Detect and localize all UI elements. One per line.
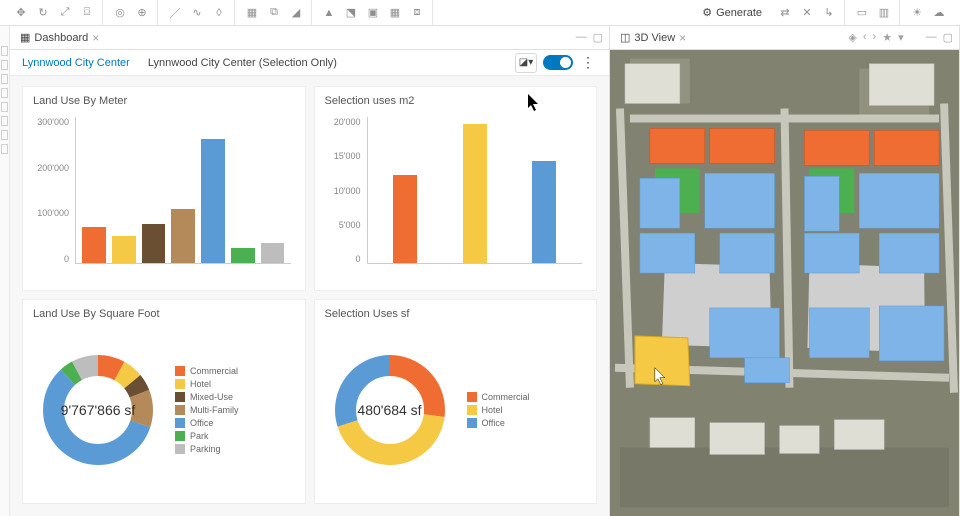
dashboard-panel: ▦ Dashboard × — ▢ Lynnwood City Center L…: [10, 26, 610, 516]
branch-icon[interactable]: ↳: [820, 4, 838, 22]
card-selection-sf: Selection Uses sf 480'684 sf Commercial H…: [314, 299, 598, 504]
facade-icon[interactable]: ▥: [875, 4, 893, 22]
legend-item-office: Office: [175, 418, 239, 428]
subtab-lynnwood[interactable]: Lynnwood City Center: [22, 57, 130, 69]
card-title: Selection Uses sf: [325, 308, 587, 320]
nav-prev-icon[interactable]: ‹: [863, 31, 867, 44]
extrude1-icon[interactable]: ▲: [320, 4, 338, 22]
target-icon[interactable]: ◎: [111, 4, 129, 22]
move-icon[interactable]: ✥: [12, 4, 30, 22]
line-icon[interactable]: ／: [166, 4, 184, 22]
dashboard-tab-label: Dashboard: [34, 32, 88, 44]
legend-item-hotel: Hotel: [175, 379, 239, 389]
legend-item-commercial: Commercial: [467, 392, 530, 402]
donut-land-use-sf: 9'767'866 sf: [33, 345, 163, 475]
area-icon[interactable]: ⧉: [265, 4, 283, 22]
cube-icon: ◫: [620, 31, 630, 44]
donut-center-label: 480'684 sf: [325, 345, 455, 475]
group-icon[interactable]: ⧈: [408, 4, 426, 22]
global-toolbar: ✥ ↻ ⤢ ⌼ ◎ ⊕ ／ ∿ ◊ ▦ ⧉ ◢ ▲ ⬔ ▣ ▦ ⧈ ⚙ G: [0, 0, 960, 26]
card-title: Land Use By Square Foot: [33, 308, 295, 320]
poly-icon[interactable]: ◊: [210, 4, 228, 22]
ruler-icon[interactable]: ▭: [853, 4, 871, 22]
card-land-use-sf: Land Use By Square Foot 9'767'866 sf Com…: [22, 299, 306, 504]
maximize-icon[interactable]: ▢: [593, 31, 603, 44]
scale-icon[interactable]: ⤢: [56, 4, 74, 22]
bar-chart-land-use-meter: 0100'000200'000300'000: [33, 111, 295, 282]
left-tool-strip: [0, 26, 10, 516]
sun-icon[interactable]: ☀: [908, 4, 926, 22]
extrude2-icon[interactable]: ⬔: [342, 4, 360, 22]
nav-dd-icon[interactable]: ▾: [898, 31, 904, 44]
legend-item-multi: Multi-Family: [175, 405, 239, 415]
bar-mixed[interactable]: [142, 224, 166, 263]
bar-chart-selection-m2: 05'00010'00015'00020'000: [325, 111, 587, 282]
sync-toggle[interactable]: [543, 55, 573, 70]
rotate-icon[interactable]: ↻: [34, 4, 52, 22]
bar-multi[interactable]: [171, 209, 195, 263]
minimize-icon[interactable]: —: [576, 31, 587, 44]
card-title: Land Use By Meter: [33, 95, 295, 107]
camera-icon[interactable]: ⌼: [78, 4, 96, 22]
slope-icon[interactable]: ◢: [287, 4, 305, 22]
link-icon[interactable]: ⇄: [776, 4, 794, 22]
card-selection-m2: Selection uses m2 05'00010'00015'00020'0…: [314, 86, 598, 291]
bar-office[interactable]: [201, 139, 225, 263]
generate-button[interactable]: ⚙ Generate: [696, 6, 768, 19]
nav-next-icon[interactable]: ›: [873, 31, 877, 44]
minimize-icon[interactable]: —: [926, 31, 937, 44]
legend-item-commercial: Commercial: [175, 366, 239, 376]
stack-icon[interactable]: ▦: [386, 4, 404, 22]
close-icon[interactable]: ×: [679, 31, 686, 45]
donut-center-label: 9'767'866 sf: [33, 345, 163, 475]
legend-full: Commercial Hotel Mixed-Use Multi-Family Offi…: [175, 366, 239, 454]
gear-icon: ⚙: [702, 6, 712, 19]
legend-item-mixed: Mixed-Use: [175, 392, 239, 402]
close-icon[interactable]: ×: [92, 31, 99, 45]
card-title: Selection uses m2: [325, 95, 587, 107]
bar-hotel[interactable]: [463, 124, 487, 263]
3d-viewport[interactable]: [610, 50, 959, 516]
shuffle-icon[interactable]: ✕: [798, 4, 816, 22]
measure-icon[interactable]: ▦: [243, 4, 261, 22]
dashboard-icon: ▦: [20, 31, 30, 44]
globe-icon[interactable]: ⊕: [133, 4, 151, 22]
3dview-tab-label: 3D View: [634, 32, 675, 44]
boxes-icon[interactable]: ▣: [364, 4, 382, 22]
bar-hotel[interactable]: [112, 236, 136, 263]
legend-item-parking: Parking: [175, 444, 239, 454]
legend-item-hotel: Hotel: [467, 405, 530, 415]
nav-star-icon[interactable]: ★: [882, 31, 892, 44]
3d-view-panel: ◫ 3D View × ◈ ‹ › ★ ▾ — ▢: [610, 26, 960, 516]
subtab-lynnwood-sel[interactable]: Lynnwood City Center (Selection Only): [148, 57, 337, 69]
card-land-use-meter: Land Use By Meter 0100'000200'000300'000: [22, 86, 306, 291]
donut-selection-sf: 480'684 sf: [325, 345, 455, 475]
chart-mode-button[interactable]: ◪▾: [515, 53, 537, 73]
bar-commercial[interactable]: [82, 227, 106, 264]
bar-park[interactable]: [231, 248, 255, 263]
legend-sel: Commercial Hotel Office: [467, 392, 530, 428]
generate-label: Generate: [716, 7, 762, 19]
nav-bookmark-icon[interactable]: ◈: [848, 31, 856, 44]
bar-commercial[interactable]: [393, 175, 417, 263]
bar-office[interactable]: [532, 161, 556, 263]
legend-item-office: Office: [467, 418, 530, 428]
legend-item-park: Park: [175, 431, 239, 441]
curve-icon[interactable]: ∿: [188, 4, 206, 22]
maximize-icon[interactable]: ▢: [943, 31, 953, 44]
more-icon[interactable]: ⋮: [579, 54, 597, 71]
bar-parking[interactable]: [261, 243, 285, 263]
cloud-icon[interactable]: ☁: [930, 4, 948, 22]
